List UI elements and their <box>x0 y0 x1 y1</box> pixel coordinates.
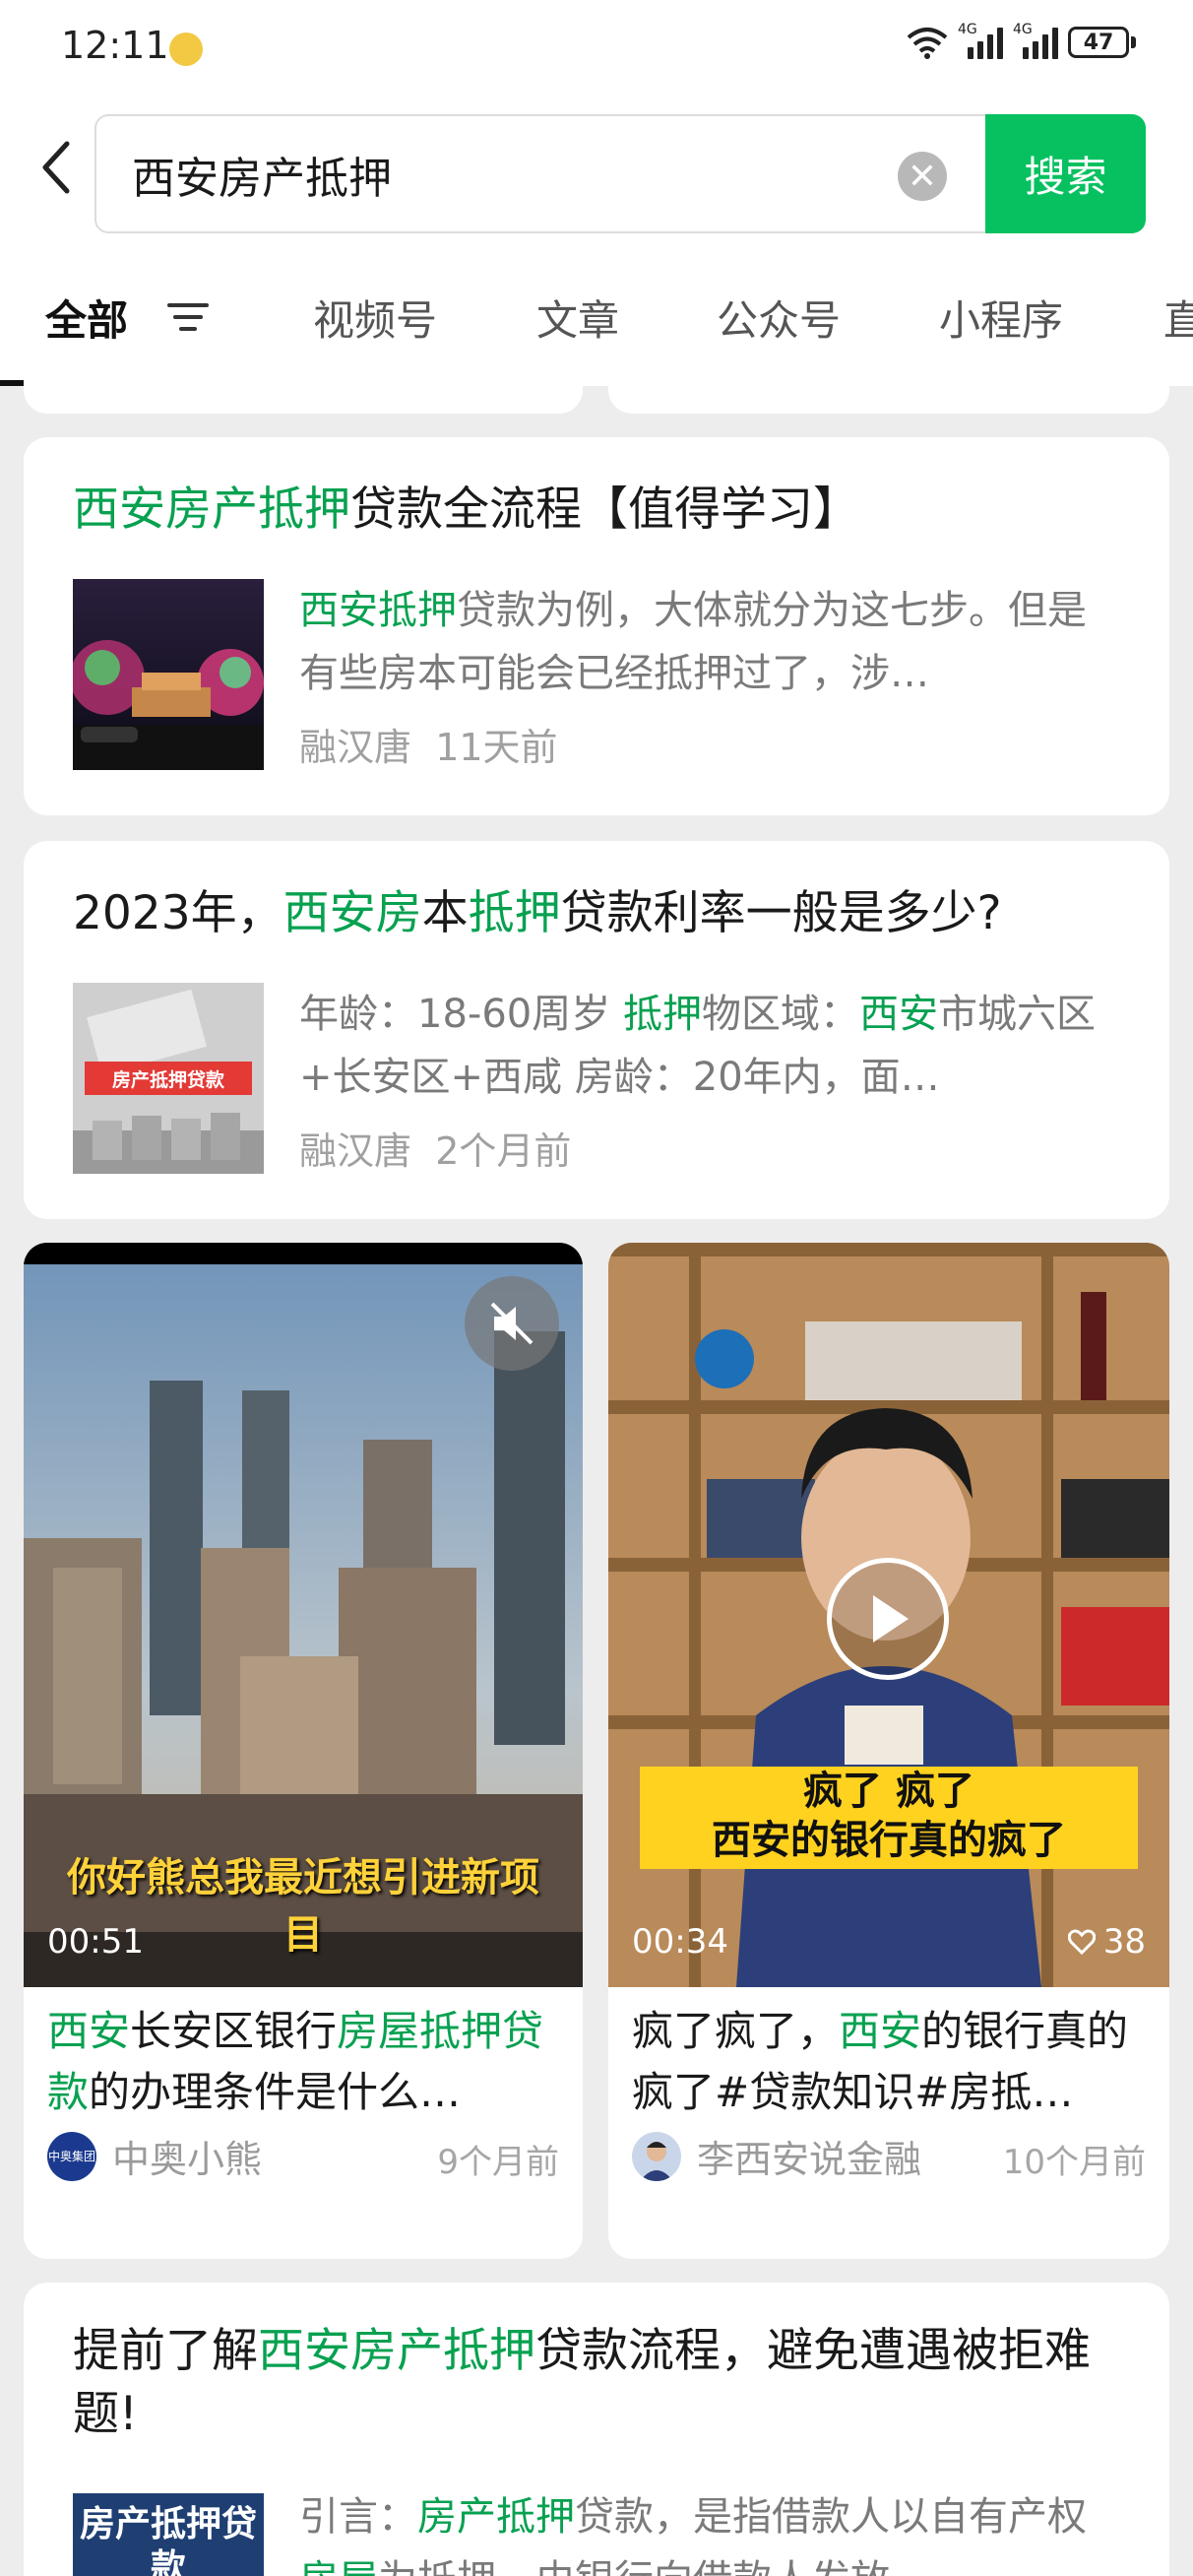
video-cover[interactable]: 你好熊总我最近想引进新项目 00:51 <box>24 1243 583 1987</box>
video-author[interactable]: 中奥集团 中奥小熊 <box>47 2129 262 2183</box>
clear-icon[interactable]: ✕ <box>898 152 947 201</box>
title-text: 长安区银行 <box>130 2007 338 2055</box>
snippet-text: 物区域： <box>701 992 859 1037</box>
signal-icon: 4G <box>958 22 1003 59</box>
article-time: 2个月前 <box>435 1129 572 1173</box>
thumbnail-badge: 房产抵押贷款 <box>85 1062 252 1095</box>
play-icon[interactable] <box>827 1558 949 1680</box>
partial-card-right[interactable] <box>608 362 1169 414</box>
article-card[interactable]: 2023年，西安房本抵押贷款利率一般是多少? 房产抵押贷款 年龄：18-60周岁… <box>24 841 1169 1219</box>
video-caption: 疯了 疯了 西安的银行真的疯了 <box>640 1767 1138 1869</box>
title-text: 的办理条件是什么… <box>89 2068 462 2116</box>
title-text: 提前了解 <box>73 2324 258 2378</box>
video-card[interactable]: 你好熊总我最近想引进新项目 00:51 西安长安区银行房屋抵押贷款的办理条件是什… <box>24 1243 583 2259</box>
battery-icon: 47 <box>1068 27 1136 58</box>
heart-icon <box>1067 1929 1096 1955</box>
tab-articles[interactable]: 文章 <box>536 288 619 348</box>
article-source[interactable]: 融汉唐 <box>299 1129 411 1173</box>
caption-line: 西安的银行真的疯了 <box>712 1818 1066 1863</box>
snippet-highlight: 房产抵押 <box>417 2494 575 2540</box>
article-thumbnail: 房产抵押贷款 <box>73 983 264 1174</box>
likes-count: 38 <box>1102 1922 1146 1962</box>
article-meta: 融汉唐 2个月前 <box>299 1121 571 1175</box>
article-title: 西安房产抵押贷款全流程【值得学习】 <box>73 479 1136 542</box>
title-text: 贷款利率一般是多少? <box>560 886 1002 940</box>
search-field: ✕ <box>94 114 985 233</box>
avatar: 中奥集团 <box>47 2131 96 2181</box>
search-bar: ✕ 搜索 <box>0 98 1193 246</box>
notification-dot-icon <box>169 32 203 66</box>
tab-live[interactable]: 直 <box>1163 288 1193 348</box>
article-title: 2023年，西安房本抵押贷款利率一般是多少? <box>73 882 1146 945</box>
title-text: 2023年， <box>73 886 283 940</box>
video-title: 西安长安区银行房屋抵押贷款的办理条件是什么… <box>47 2001 559 2123</box>
title-highlight: 抵押 <box>468 886 561 940</box>
author-name: 李西安说金融 <box>697 2138 922 2181</box>
search-button[interactable]: 搜索 <box>985 114 1146 233</box>
tab-all[interactable]: 全部 <box>45 288 128 348</box>
article-meta: 融汉唐 11天前 <box>299 717 558 771</box>
article-title: 提前了解西安房产抵押贷款流程，避免遭遇被拒难题! <box>73 2320 1136 2446</box>
title-text: 疯了疯了， <box>632 2007 840 2055</box>
snippet-highlight: 房屋 <box>299 2557 378 2576</box>
article-source[interactable]: 融汉唐 <box>299 726 411 769</box>
battery-level: 47 <box>1068 27 1129 58</box>
title-highlight: 西安 <box>839 2007 922 2055</box>
article-thumbnail <box>73 579 264 770</box>
signal-icon-2: 4G <box>1013 22 1058 59</box>
author-name: 中奥小熊 <box>112 2138 263 2181</box>
snippet-text: 贷款，是指借款人以自有产权 <box>575 2494 1087 2540</box>
snippet-text: 年龄：18-60周岁 <box>299 992 623 1037</box>
video-time: 9个月前 <box>437 2143 559 2182</box>
article-time: 11天前 <box>435 726 558 769</box>
snippet-highlight: 抵押 <box>622 992 702 1037</box>
tab-mini-programs[interactable]: 小程序 <box>939 288 1063 348</box>
video-card[interactable]: 疯了 疯了 西安的银行真的疯了 00:34 38 疯了疯了，西安的银行真的疯了#… <box>608 1243 1169 2259</box>
video-time: 10个月前 <box>1002 2143 1146 2182</box>
network-label-1: 4G <box>958 22 977 37</box>
article-snippet: 年龄：18-60周岁 抵押物区域：西安市城六区+长安区+西咸 房龄：20年内，面… <box>299 983 1116 1109</box>
caption-line: 疯了 疯了 <box>803 1769 974 1814</box>
title-text: 贷款全流程【值得学习】 <box>350 483 859 537</box>
title-text: 本 <box>421 886 469 940</box>
article-card[interactable]: 西安房产抵押贷款全流程【值得学习】 西安抵押贷款为例，大体就分为这七步。但是有些… <box>24 437 1169 815</box>
title-highlight: 西安 <box>47 2007 131 2055</box>
article-card[interactable]: 提前了解西安房产抵押贷款流程，避免遭遇被拒难题! 房产抵押贷款 引言：房产抵押贷… <box>24 2283 1169 2576</box>
title-highlight: 西安房产抵押 <box>73 483 350 537</box>
snippet-text: 为抵押，由银行向借款人发放… <box>378 2557 929 2576</box>
article-thumbnail: 房产抵押贷款 <box>73 2493 264 2576</box>
video-duration: 00:51 <box>47 1922 144 1962</box>
search-input[interactable] <box>132 144 880 205</box>
mute-icon[interactable] <box>465 1276 559 1371</box>
snippet-highlight: 西安 <box>858 992 938 1037</box>
status-bar: 12:11 4G 4G 47 <box>0 0 1193 98</box>
snippet-text: 引言： <box>299 2494 417 2540</box>
network-label-2: 4G <box>1013 22 1033 37</box>
wifi-icon <box>907 28 948 59</box>
status-time: 12:11 <box>61 24 169 67</box>
video-cover[interactable]: 疯了 疯了 西安的银行真的疯了 00:34 38 <box>608 1243 1169 1987</box>
title-highlight: 西安房 <box>283 886 422 940</box>
snippet-highlight: 西安抵押 <box>299 588 457 633</box>
article-snippet: 西安抵押贷款为例，大体就分为这七步。但是有些房本可能会已经抵押过了，涉… <box>299 579 1116 705</box>
video-duration: 00:34 <box>632 1922 728 1962</box>
article-snippet: 引言：房产抵押贷款，是指借款人以自有产权房屋为抵押，由银行向借款人发放… <box>299 2485 1116 2576</box>
avatar <box>632 2131 681 2181</box>
status-icons: 4G 4G 47 <box>907 22 1136 59</box>
filter-icon[interactable] <box>165 297 211 337</box>
partial-card-left[interactable] <box>24 362 583 414</box>
video-likes: 38 <box>1067 1922 1146 1962</box>
title-highlight: 西安房产抵押 <box>258 2324 535 2378</box>
video-title: 疯了疯了，西安的银行真的疯了#贷款知识#房抵… <box>632 2001 1144 2123</box>
back-arrow-icon[interactable] <box>37 138 77 197</box>
tab-official-accounts[interactable]: 公众号 <box>717 288 841 348</box>
video-author[interactable]: 李西安说金融 <box>632 2129 921 2183</box>
tab-channels[interactable]: 视频号 <box>313 288 437 348</box>
thumbnail-text: 房产抵押贷款 <box>79 2504 257 2576</box>
